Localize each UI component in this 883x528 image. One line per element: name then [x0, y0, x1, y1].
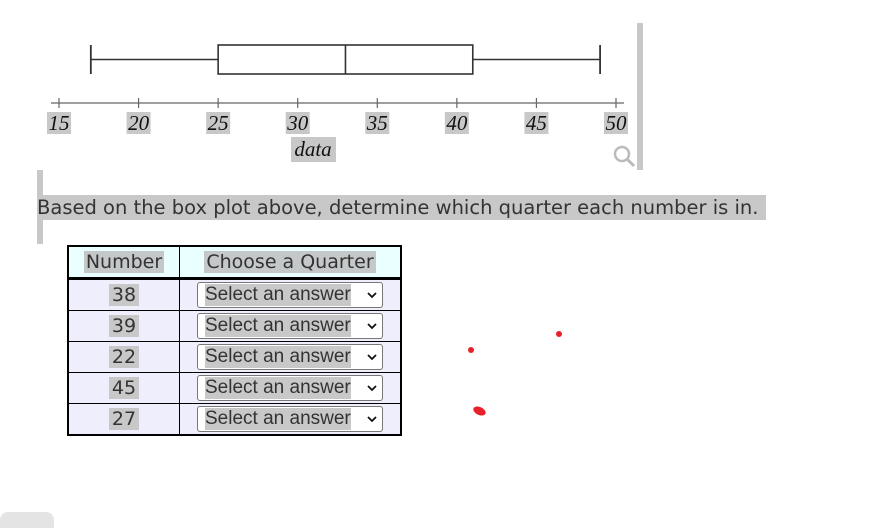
x-tick-label: 45 — [526, 111, 547, 135]
chevron-down-icon — [367, 385, 377, 392]
x-tick-label: 40 — [446, 111, 468, 135]
question-prompt: Based on the box plot above, determine w… — [37, 195, 767, 220]
quarter-select[interactable]: Select an answer — [197, 282, 383, 308]
quarter-cell: Select an answer — [179, 372, 401, 404]
quarter-select[interactable]: Select an answer — [197, 375, 383, 401]
x-tick-label: 15 — [49, 111, 70, 135]
select-label: Select an answer — [205, 408, 351, 430]
number-cell: 22 — [68, 341, 180, 373]
select-label: Select an answer — [205, 346, 351, 368]
quarter-select[interactable]: Select an answer — [197, 313, 383, 339]
x-tick-label: 20 — [128, 111, 150, 135]
number-cell: 39 — [68, 310, 180, 342]
x-tick-label: 25 — [208, 111, 229, 135]
number-value: 45 — [108, 377, 140, 399]
quarter-select[interactable]: Select an answer — [197, 344, 383, 370]
number-value: 38 — [108, 284, 140, 306]
x-tick-label: 35 — [366, 111, 388, 135]
number-value: 27 — [108, 408, 140, 430]
table-row: 27 Select an answer — [68, 403, 401, 435]
answer-table: Number Choose a Quarter 38 Select an answ… — [67, 245, 402, 436]
chevron-down-icon — [367, 354, 377, 361]
selection-bar-right — [637, 23, 643, 170]
select-label: Select an answer — [205, 315, 351, 337]
red-mark — [471, 404, 488, 418]
chevron-down-icon — [367, 323, 377, 330]
quarter-select[interactable]: Select an answer — [197, 406, 383, 432]
quarter-cell: Select an answer — [179, 310, 401, 342]
bottom-tab[interactable] — [0, 512, 54, 528]
x-axis-label: data — [294, 137, 331, 161]
quarter-cell: Select an answer — [179, 341, 401, 373]
header-number: Number — [68, 246, 180, 280]
chevron-down-icon — [367, 292, 377, 299]
number-value: 39 — [108, 315, 140, 337]
table-row: 39 Select an answer — [68, 310, 401, 342]
number-cell: 45 — [68, 372, 180, 404]
x-tick-label: 50 — [606, 111, 628, 135]
chevron-down-icon — [367, 416, 377, 423]
table-row: 45 Select an answer — [68, 372, 401, 404]
red-mark — [468, 347, 474, 353]
header-choose-quarter: Choose a Quarter — [179, 246, 401, 280]
quarter-cell: Select an answer — [179, 278, 401, 311]
quarter-cell: Select an answer — [179, 403, 401, 435]
number-cell: 27 — [68, 403, 180, 435]
number-cell: 38 — [68, 278, 180, 311]
magnifier-icon[interactable] — [612, 144, 636, 168]
select-label: Select an answer — [205, 377, 351, 399]
x-tick-label: 30 — [286, 111, 309, 135]
box-plot: 15 20 25 30 35 40 45 50 data — [47, 44, 628, 162]
select-label: Select an answer — [205, 284, 351, 306]
number-value: 22 — [108, 346, 140, 368]
red-mark — [556, 331, 562, 337]
table-row: 38 Select an answer — [68, 278, 401, 311]
table-row: 22 Select an answer — [68, 341, 401, 373]
